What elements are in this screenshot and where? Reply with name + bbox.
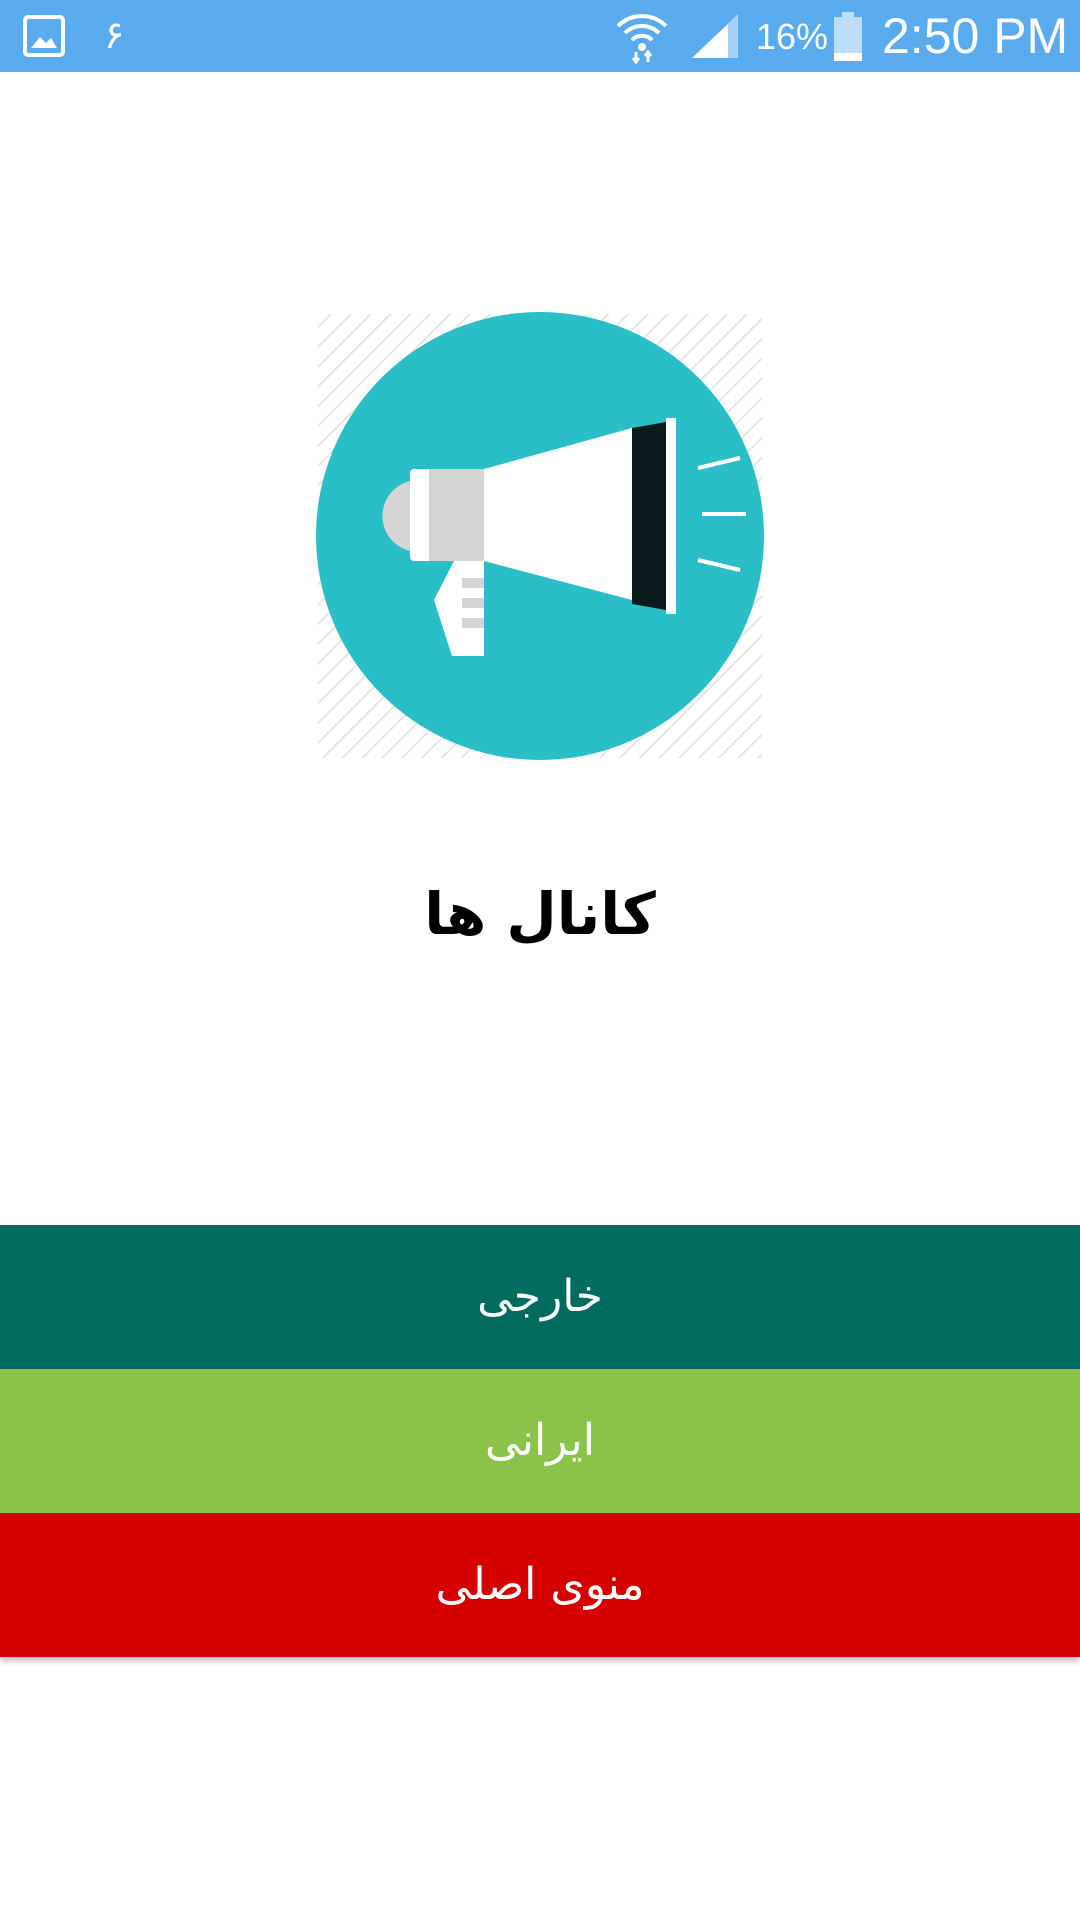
iranian-channels-button[interactable]: ایرانی xyxy=(0,1369,1080,1513)
megaphone-icon xyxy=(316,312,764,760)
page-title: کانال ها xyxy=(424,880,656,948)
wifi-icon xyxy=(616,14,668,64)
notification-digit: ۶ xyxy=(104,13,125,57)
gallery-icon xyxy=(23,15,65,57)
signal-icon xyxy=(692,14,738,58)
main-menu-button[interactable]: منوی اصلی xyxy=(0,1513,1080,1657)
clock: 2:50 PM xyxy=(882,8,1069,64)
menu: خارجی ایرانی منوی اصلی xyxy=(0,1225,1080,1657)
battery-icon xyxy=(834,12,862,61)
battery-percent: 16% xyxy=(756,16,829,57)
foreign-channels-button[interactable]: خارجی xyxy=(0,1225,1080,1369)
status-bar: ۶ 16% 2:50 PM xyxy=(0,0,1080,72)
